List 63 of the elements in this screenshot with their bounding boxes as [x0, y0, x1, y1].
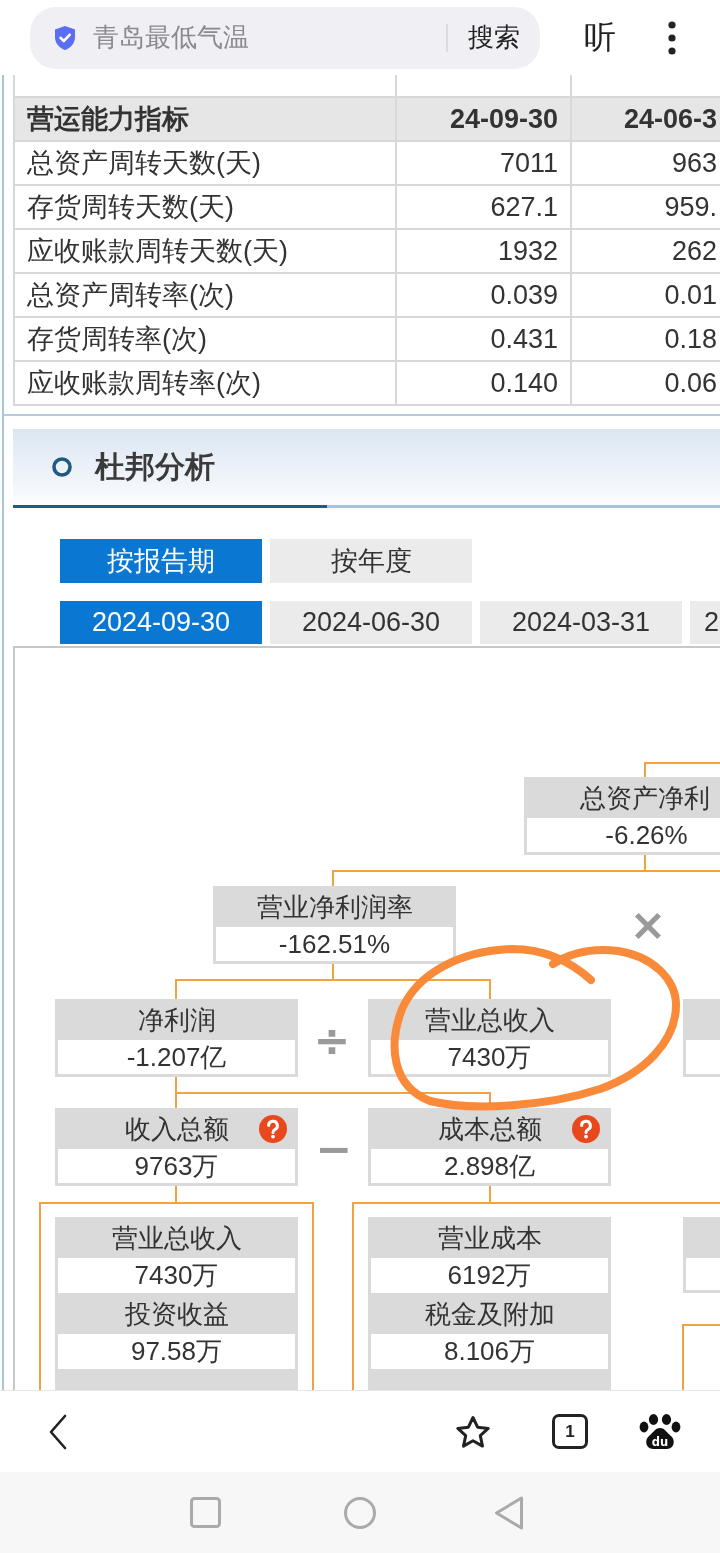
- table-cell: 0.140: [396, 361, 571, 405]
- table-cell: 0.039: [396, 273, 571, 317]
- node-label: 收入总额: [124, 1114, 229, 1144]
- table-cell: 总资产周转天数(天): [14, 141, 396, 185]
- table-cell: 1932: [396, 229, 571, 273]
- table-cell: 存货周转天数(天): [14, 185, 396, 229]
- node-value: 6192万: [371, 1258, 608, 1293]
- table-header-cell: 营运能力指标: [14, 97, 396, 141]
- date-tab[interactable]: 2024-03-31: [480, 601, 682, 644]
- date-tab[interactable]: 2024-06-30: [270, 601, 472, 644]
- search-field[interactable]: 青岛最低气温: [30, 6, 448, 69]
- node-label: 税金及附加: [424, 1299, 555, 1329]
- date-tab[interactable]: 2: [690, 601, 720, 644]
- section-title: 杜邦分析: [95, 448, 215, 485]
- node-value: 9763万: [58, 1149, 295, 1183]
- help-icon[interactable]: [259, 1115, 287, 1143]
- period-tab[interactable]: 按报告期: [60, 539, 262, 583]
- table-cell: 7011: [396, 141, 571, 185]
- nav-back-icon[interactable]: [494, 1495, 524, 1530]
- date-tab[interactable]: 2024-09-30: [60, 601, 262, 644]
- connector-line: [489, 1185, 491, 1204]
- table-cell: 627.1: [396, 185, 571, 229]
- search-input[interactable]: 青岛最低气温: [93, 17, 446, 58]
- node-label: 营业总收入: [424, 1005, 555, 1035]
- operator-sign: ÷: [313, 1021, 351, 1061]
- home-icon[interactable]: [344, 1496, 376, 1529]
- node-label: 营业总收入: [111, 1223, 242, 1253]
- table-cell: 应收账款周转率(次): [14, 361, 396, 405]
- help-icon[interactable]: [572, 1115, 600, 1143]
- node-value: -1.207亿: [58, 1040, 295, 1074]
- listen-button[interactable]: 听: [584, 15, 616, 60]
- node-value: 7430万: [58, 1258, 295, 1293]
- node-label: 营业成本: [437, 1223, 542, 1253]
- table-cell: 应收账款周转天数(天): [14, 229, 396, 273]
- node-label: 成本总额: [437, 1114, 542, 1144]
- tabs-button[interactable]: 1: [552, 1414, 588, 1449]
- connector-line: [175, 1185, 177, 1204]
- search-button[interactable]: 搜索: [448, 6, 540, 69]
- operator-sign: ×: [629, 905, 667, 945]
- node-label: 净利润: [137, 1005, 216, 1035]
- table-cell: 总资产周转率(次): [14, 273, 396, 317]
- operator-sign: −: [315, 1129, 353, 1169]
- node-value: -6.26%: [527, 818, 720, 852]
- node-value: 8.106万: [371, 1334, 608, 1369]
- node-value: 7430万: [371, 1040, 608, 1074]
- shield-check-icon: [53, 24, 77, 51]
- circle-icon: [51, 456, 73, 478]
- table-header-cell: 24-09-30: [396, 97, 571, 141]
- node-label: 总资产净利: [580, 783, 710, 813]
- node-label: 投资收益: [124, 1299, 229, 1329]
- node-value: 2.898亿: [371, 1149, 608, 1183]
- node-label: 营业净利润率: [256, 892, 413, 922]
- table-cell: 存货周转率(次): [14, 317, 396, 361]
- period-tab[interactable]: 按年度: [270, 539, 472, 583]
- star-icon[interactable]: [455, 1414, 491, 1449]
- back-icon[interactable]: [48, 1413, 68, 1450]
- node-value: -162.51%: [216, 927, 453, 961]
- recents-icon[interactable]: [190, 1497, 221, 1528]
- table-cell: 0.431: [396, 317, 571, 361]
- table-header-cell: 24-06-3: [571, 97, 720, 141]
- more-icon[interactable]: [668, 20, 676, 55]
- paw-logo[interactable]: du: [637, 1413, 683, 1450]
- node-value: 97.58万: [58, 1334, 295, 1369]
